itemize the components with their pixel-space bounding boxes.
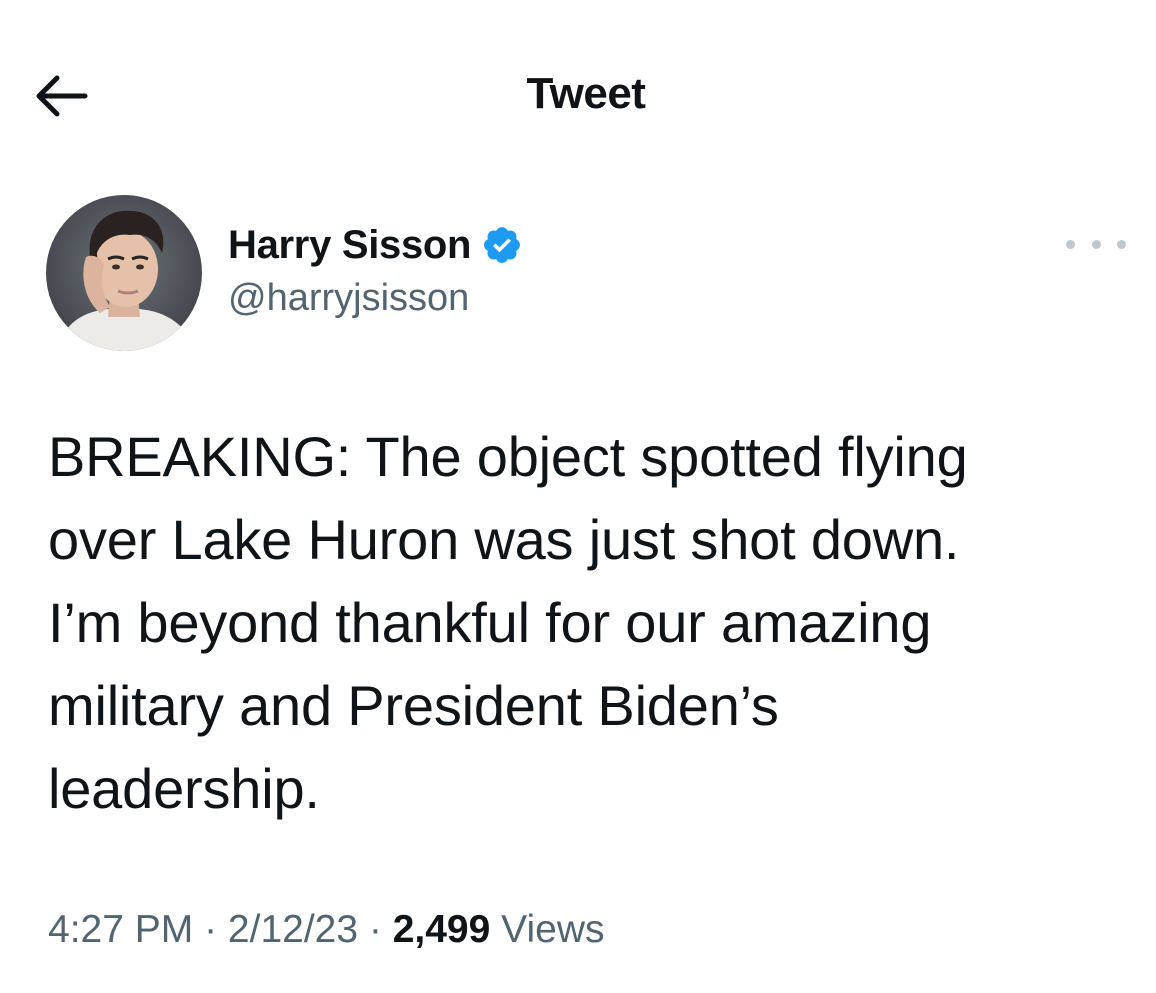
top-bar: Tweet (0, 0, 1156, 190)
page-title: Tweet (526, 69, 646, 118)
ellipsis-icon (1066, 239, 1075, 249)
display-name-row: Harry Sisson (228, 219, 523, 271)
avatar-photo (46, 195, 202, 351)
views-label: Views (501, 908, 605, 951)
tweet-time[interactable]: 4:27 PM (48, 908, 193, 951)
verified-badge-icon (484, 227, 521, 263)
tweet-date[interactable]: 2/12/23 (228, 908, 358, 951)
display-name[interactable]: Harry Sisson (228, 223, 471, 268)
tweet-meta: 4:27 PM · 2/12/23 · 2,499 Views (48, 908, 605, 952)
meta-separator: · (193, 908, 228, 951)
meta-separator: · (358, 908, 393, 951)
more-options-button[interactable] (1066, 229, 1126, 259)
tweet-text: BREAKING: The object spotted flying over… (48, 425, 968, 820)
author-handle[interactable]: @harryjsisson (228, 277, 523, 320)
views-count[interactable]: 2,499 (393, 908, 491, 951)
ellipsis-icon-dot (1091, 239, 1101, 249)
tweet-author: Harry Sisson @harryjsisson (46, 195, 1126, 355)
avatar[interactable] (46, 195, 202, 351)
author-names: Harry Sisson @harryjsisson (228, 219, 523, 320)
ellipsis-icon-dot (1117, 239, 1126, 249)
